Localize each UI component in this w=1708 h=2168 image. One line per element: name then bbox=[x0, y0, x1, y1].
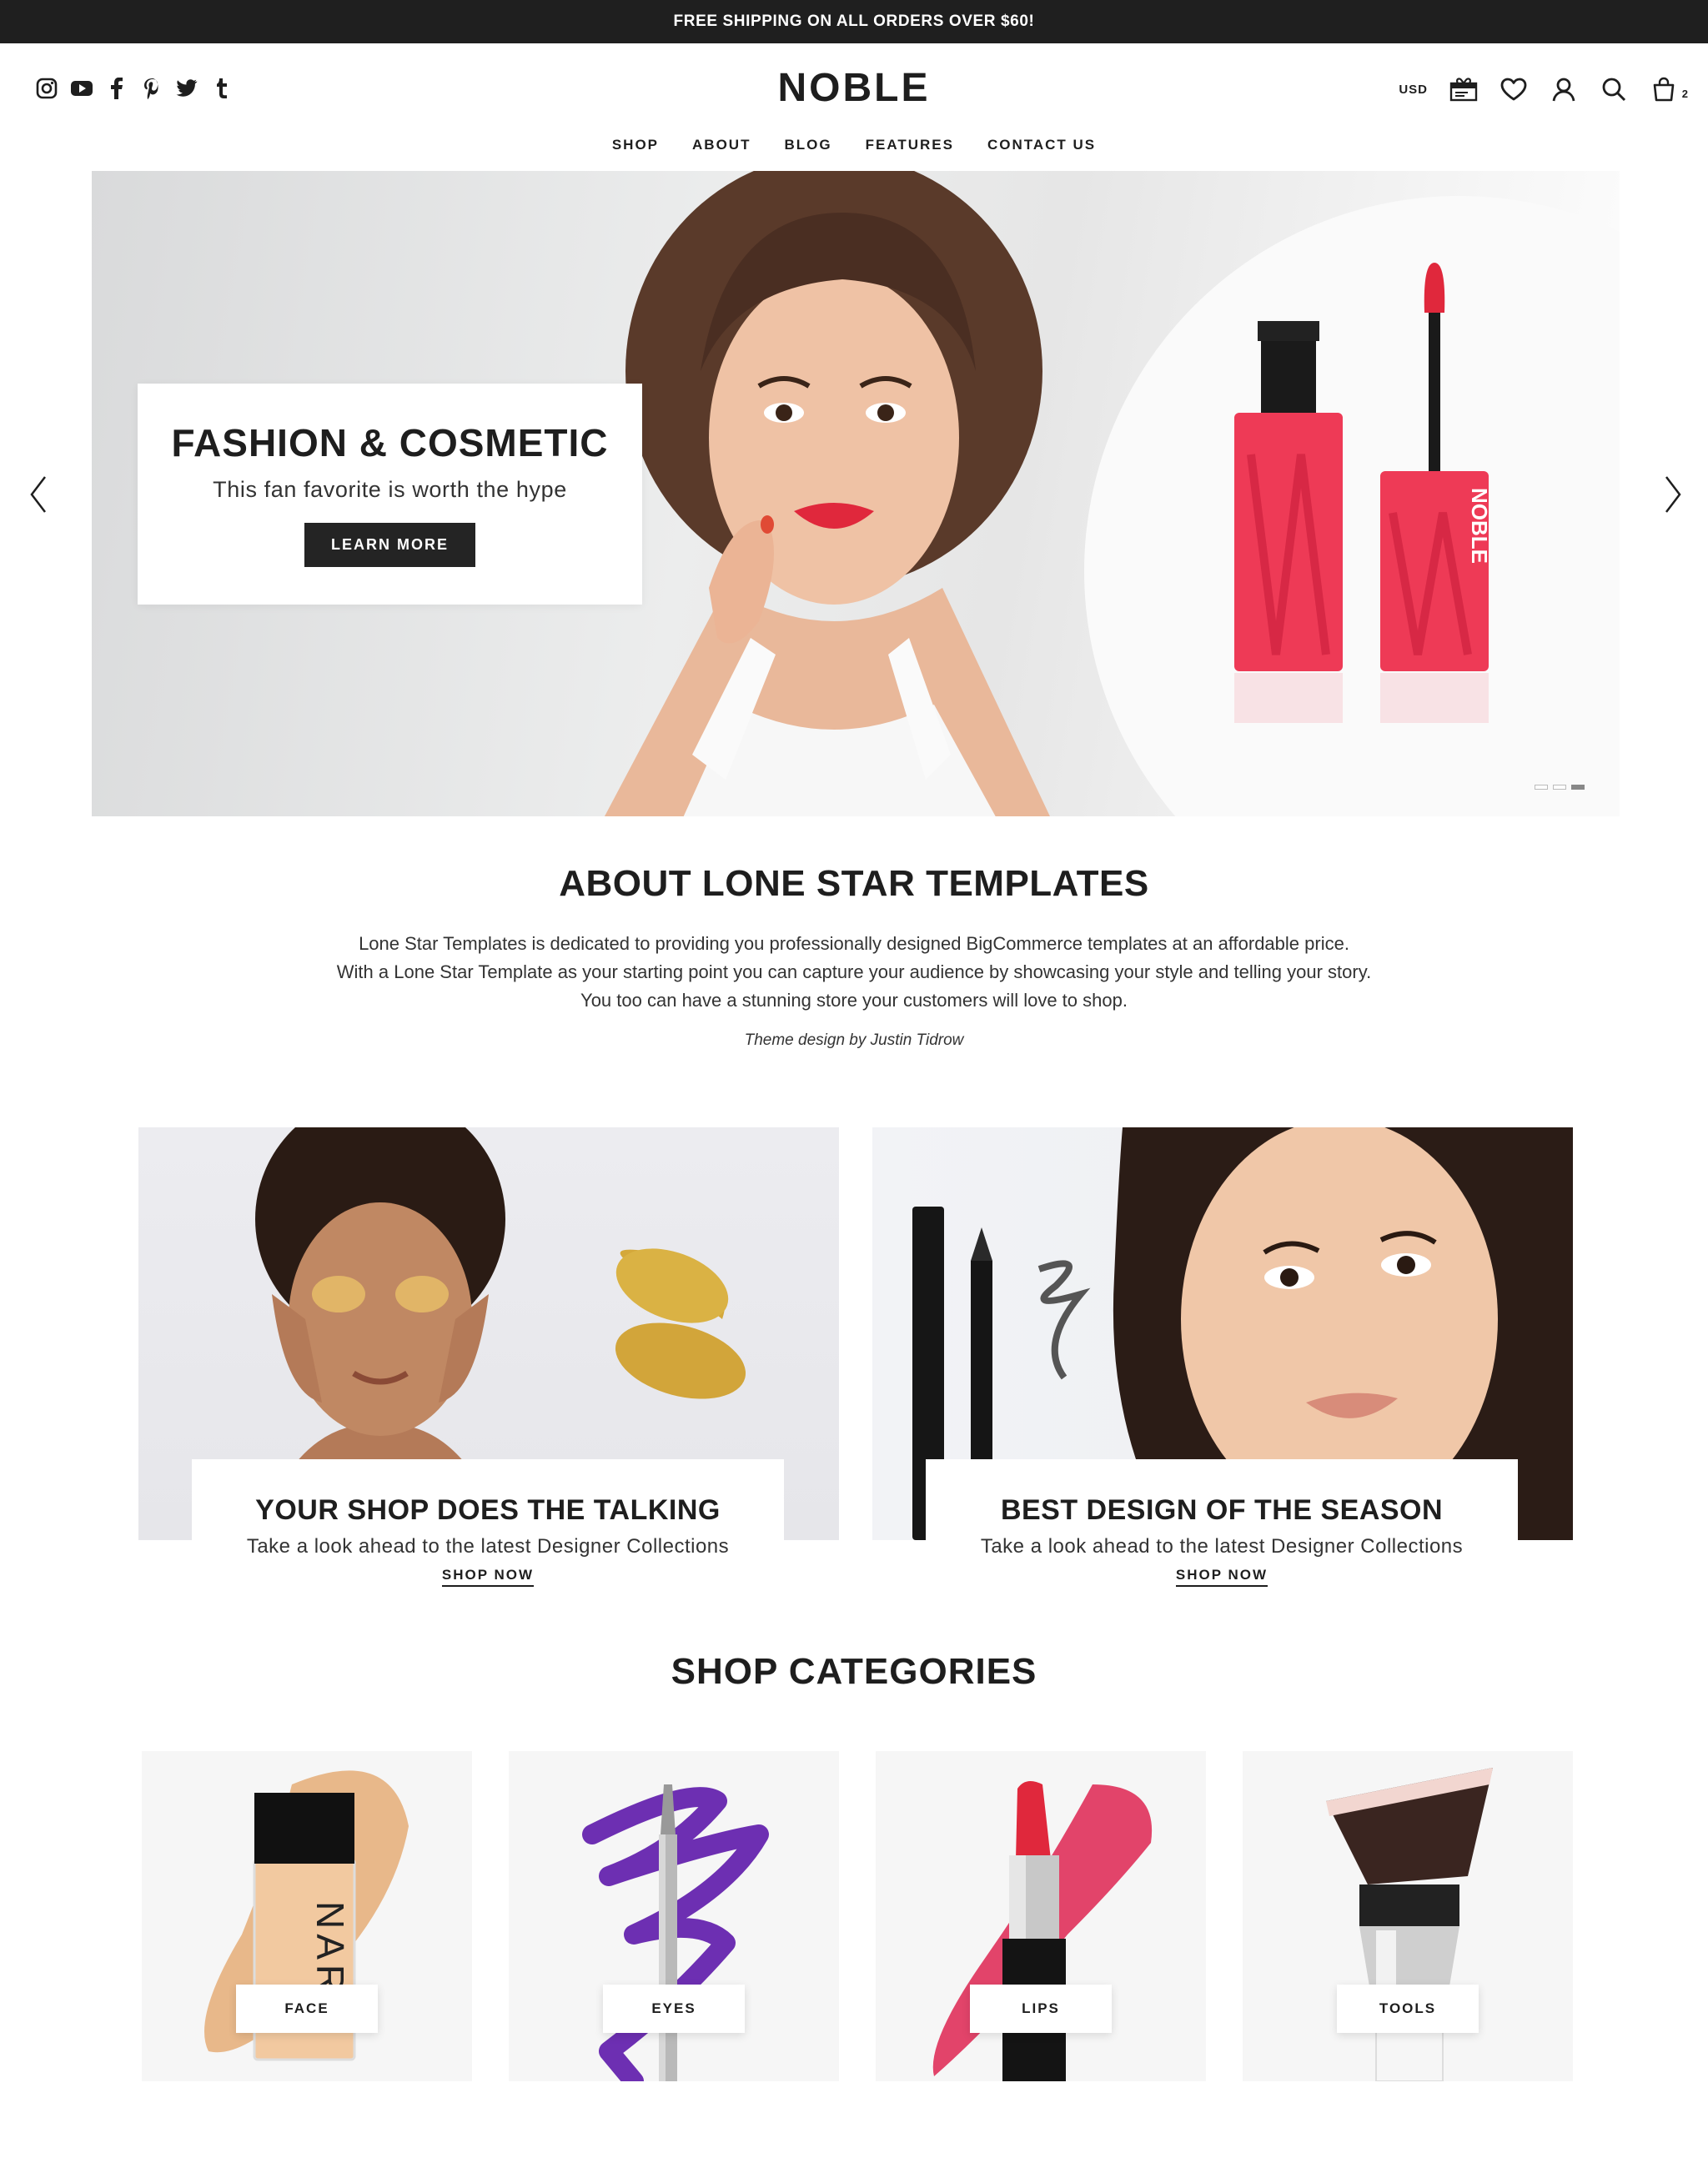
category-tile-face[interactable]: NARS FACE bbox=[142, 1751, 472, 2081]
hero-title: FASHION & COSMETIC bbox=[171, 421, 609, 464]
category-label-face[interactable]: FACE bbox=[236, 1985, 378, 2033]
learn-more-button[interactable]: LEARN MORE bbox=[304, 523, 475, 567]
category-tile-lips[interactable]: LIPS bbox=[876, 1751, 1206, 2081]
hero-slider: NOBLE FASHION & COSMETIC This fan favori… bbox=[92, 171, 1620, 816]
shop-now-link-1[interactable]: SHOP NOW bbox=[441, 1567, 535, 1587]
nav-blog[interactable]: BLOG bbox=[784, 137, 831, 153]
about-section: ABOUT LONE STAR TEMPLATES Lone Star Temp… bbox=[0, 863, 1708, 1050]
category-tile-tools[interactable]: TOOLS bbox=[1243, 1751, 1573, 2081]
about-line-3: You too can have a stunning store your c… bbox=[580, 990, 1128, 1011]
site-header: NOBLE USD 2 SHOP ABOUT BLOG FEATURES CON… bbox=[0, 43, 1708, 168]
about-line-1: Lone Star Templates is dedicated to prov… bbox=[359, 933, 1349, 954]
category-tile-eyes[interactable]: EYES bbox=[509, 1751, 839, 2081]
categories-heading: SHOP CATEGORIES bbox=[671, 1651, 1037, 1692]
heart-icon[interactable] bbox=[1500, 75, 1528, 103]
about-heading: ABOUT LONE STAR TEMPLATES bbox=[559, 863, 1149, 904]
cart-count-badge: 2 bbox=[1681, 88, 1688, 100]
nav-features[interactable]: FEATURES bbox=[866, 137, 954, 153]
feature-card-2: BEST DESIGN OF THE SEASON Take a look ah… bbox=[926, 1459, 1518, 1593]
slider-dots bbox=[1535, 785, 1585, 790]
currency-selector[interactable]: USD bbox=[1399, 83, 1428, 97]
feature-text-1: Take a look ahead to the latest Designer… bbox=[246, 1535, 730, 1558]
slider-next-arrow[interactable] bbox=[1660, 474, 1685, 515]
theme-credit: Theme design by Justin Tidrow bbox=[744, 1031, 964, 1049]
nav-contact[interactable]: CONTACT US bbox=[987, 137, 1096, 153]
slider-dot-active[interactable] bbox=[1571, 785, 1585, 790]
header-utilities: USD 2 bbox=[1399, 75, 1688, 103]
announcement-bar: FREE SHIPPING ON ALL ORDERS OVER $60! bbox=[0, 0, 1708, 43]
feature-text-2: Take a look ahead to the latest Designer… bbox=[980, 1535, 1464, 1558]
hero-card: FASHION & COSMETIC This fan favorite is … bbox=[138, 384, 642, 605]
slider-dot[interactable] bbox=[1553, 785, 1566, 790]
category-label-eyes[interactable]: EYES bbox=[603, 1985, 745, 2033]
nav-about[interactable]: ABOUT bbox=[692, 137, 751, 153]
user-icon[interactable] bbox=[1550, 75, 1578, 103]
feature-title-1: YOUR SHOP DOES THE TALKING bbox=[255, 1494, 721, 1526]
feature-title-2: BEST DESIGN OF THE SEASON bbox=[1000, 1494, 1444, 1526]
product-brand-text: NOBLE bbox=[1467, 488, 1492, 564]
main-nav: SHOP ABOUT BLOG FEATURES CONTACT US bbox=[0, 137, 1708, 153]
feature-card-1: YOUR SHOP DOES THE TALKING Take a look a… bbox=[192, 1459, 784, 1593]
category-label-tools[interactable]: TOOLS bbox=[1337, 1985, 1479, 2033]
hero-product-image: NOBLE bbox=[1234, 263, 1492, 723]
nav-shop[interactable]: SHOP bbox=[612, 137, 659, 153]
slider-dot[interactable] bbox=[1535, 785, 1548, 790]
cart-icon[interactable]: 2 bbox=[1650, 75, 1688, 103]
slider-prev-arrow[interactable] bbox=[27, 474, 52, 515]
about-line-2: With a Lone Star Template as your starti… bbox=[336, 961, 1372, 982]
hero-subtitle: This fan favorite is worth the hype bbox=[213, 477, 567, 502]
shop-now-link-2[interactable]: SHOP NOW bbox=[1175, 1567, 1268, 1587]
category-label-lips[interactable]: LIPS bbox=[970, 1985, 1112, 2033]
gift-card-icon[interactable] bbox=[1449, 75, 1478, 103]
search-icon[interactable] bbox=[1600, 75, 1628, 103]
about-body: Lone Star Templates is dedicated to prov… bbox=[0, 930, 1708, 1015]
